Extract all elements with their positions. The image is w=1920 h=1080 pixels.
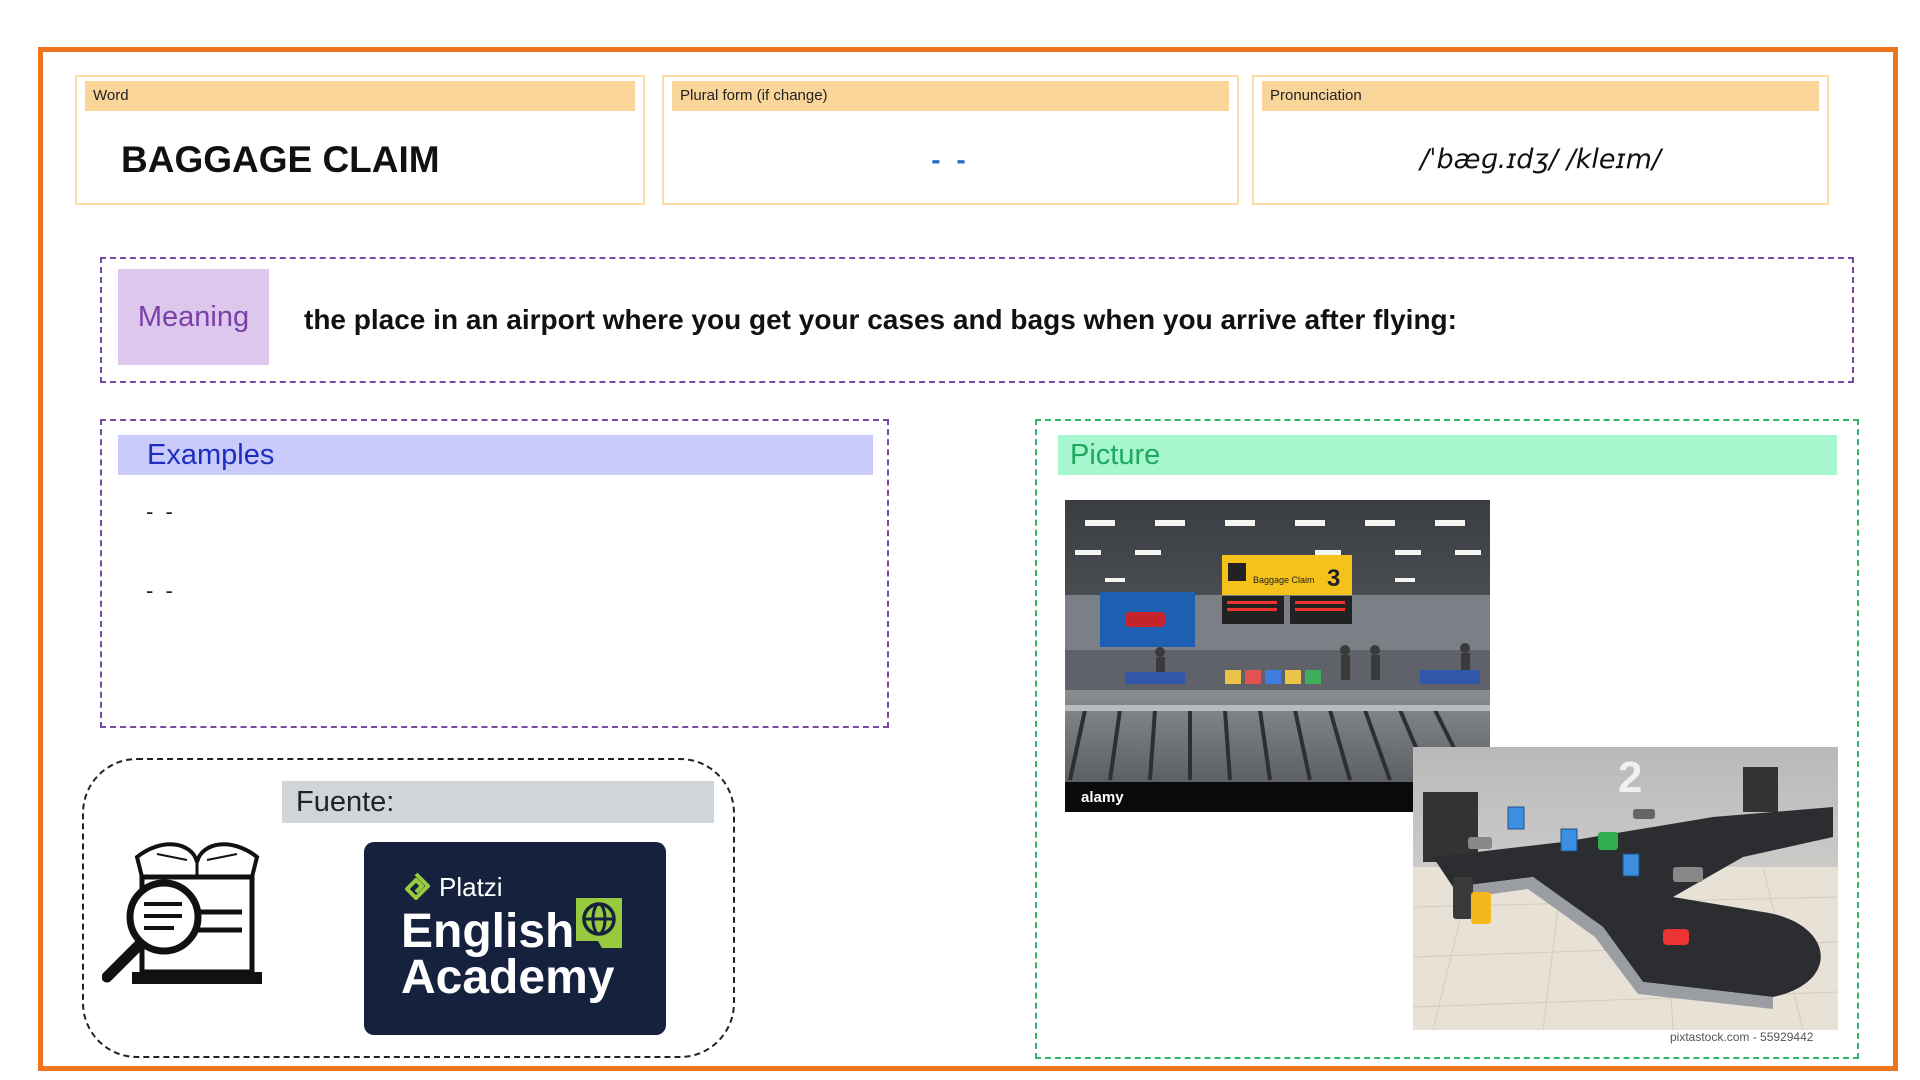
example-item: - -	[146, 578, 176, 603]
logo-line-academy: Academy	[401, 951, 615, 1004]
book-magnifier-icon	[101, 832, 292, 1002]
word-card-header: Word	[85, 81, 635, 111]
gate-number: 2	[1618, 753, 1642, 802]
word-value: BAGGAGE CLAIM	[121, 139, 440, 180]
plural-value: - -	[931, 144, 970, 175]
word-card: Word BAGGAGE CLAIM	[75, 75, 645, 205]
example-item: - -	[146, 499, 176, 524]
pronunciation-value: /ˈbæɡ.ɪdʒ/ /kleɪm/	[1420, 144, 1661, 175]
pronunciation-card-header: Pronunciation	[1262, 81, 1819, 111]
platzi-brand: Platzi	[439, 872, 503, 902]
globe-icon	[576, 898, 622, 948]
source-header: Fuente:	[282, 781, 714, 823]
sign-number: 3	[1327, 565, 1340, 592]
baggage-carousel-illustration: 2	[1413, 747, 1838, 1030]
meaning-text: the place in an airport where you get yo…	[304, 304, 1457, 335]
examples-box: Examples - - - -	[100, 419, 889, 728]
meaning-label: Meaning	[118, 269, 269, 365]
picture-header: Picture	[1058, 435, 1837, 475]
alamy-watermark: alamy	[1081, 789, 1124, 806]
meaning-box: Meaning the place in an airport where yo…	[100, 257, 1854, 383]
plural-card: Plural form (if change) - -	[662, 75, 1239, 205]
platzi-mark-icon	[405, 872, 430, 900]
plural-card-header: Plural form (if change)	[672, 81, 1229, 111]
source-box: Fuente: Platzi English Academy	[82, 758, 735, 1058]
platzi-english-academy-logo: Platzi English Academy	[364, 842, 666, 1035]
sign-label: Baggage Claim	[1253, 575, 1315, 585]
photo-credit: pixtastock.com - 55929442	[1670, 1030, 1814, 1044]
pronunciation-card: Pronunciation /ˈbæɡ.ɪdʒ/ /kleɪm/	[1252, 75, 1829, 205]
examples-header: Examples	[118, 435, 873, 475]
